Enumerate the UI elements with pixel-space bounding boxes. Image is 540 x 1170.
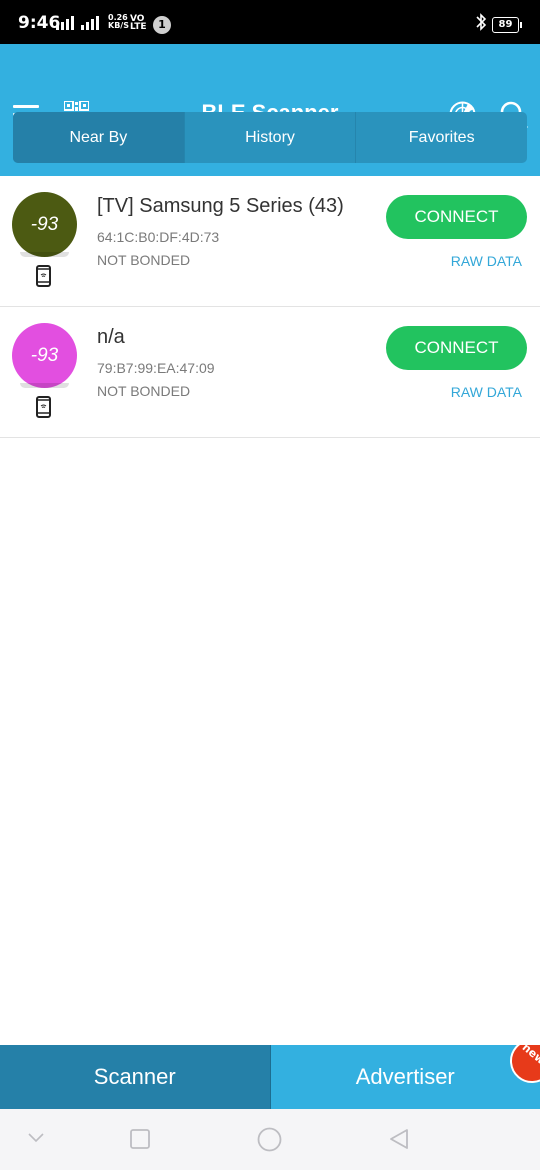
connect-button[interactable]: CONNECT bbox=[386, 195, 527, 239]
home-icon[interactable] bbox=[257, 1127, 282, 1152]
bluetooth-icon bbox=[476, 13, 487, 31]
rssi-badge: -93 bbox=[12, 192, 77, 257]
raw-data-link[interactable]: RAW DATA bbox=[451, 253, 522, 269]
rssi-badge: -93 bbox=[12, 323, 77, 388]
signal-icon bbox=[56, 16, 99, 30]
system-nav-bar bbox=[0, 1109, 540, 1170]
device-name: n/a bbox=[97, 326, 125, 348]
volte-indicator: VO LTE bbox=[130, 15, 147, 32]
phone-icon bbox=[36, 396, 51, 418]
volte-bottom: LTE bbox=[130, 22, 147, 32]
tab-favorites[interactable]: Favorites bbox=[356, 112, 527, 163]
tab-history[interactable]: History bbox=[185, 112, 357, 163]
status-bar: 9:46 0.26 KB/S VO LTE 1 89 bbox=[0, 0, 540, 44]
connect-button[interactable]: CONNECT bbox=[386, 326, 527, 370]
device-mac: 79:B7:99:EA:47:09 bbox=[97, 360, 215, 376]
recent-apps-icon[interactable] bbox=[130, 1129, 150, 1149]
net-speed: 0.26 KB/S bbox=[108, 14, 129, 30]
raw-data-link[interactable]: RAW DATA bbox=[451, 384, 522, 400]
new-badge: new bbox=[501, 1045, 540, 1092]
device-name: [TV] Samsung 5 Series (43) bbox=[97, 195, 344, 217]
device-bond-state: NOT BONDED bbox=[97, 252, 191, 268]
device-mac: 64:1C:B0:DF:4D:73 bbox=[97, 229, 220, 245]
tab-near-by[interactable]: Near By bbox=[13, 112, 185, 163]
advertiser-tab[interactable]: Advertiser new bbox=[270, 1045, 540, 1109]
bottom-tab-bar: Scanner Advertiser new bbox=[0, 1045, 540, 1109]
scanner-tab[interactable]: Scanner bbox=[0, 1045, 271, 1109]
chevron-down-icon[interactable] bbox=[28, 1133, 44, 1143]
device-list-item[interactable]: -93 n/a 79:B7:99:EA:47:09 NOT BONDED CON… bbox=[0, 307, 540, 438]
notification-count: 1 bbox=[153, 16, 171, 34]
status-time: 9:46 bbox=[18, 13, 61, 33]
device-bond-state: NOT BONDED bbox=[97, 383, 191, 399]
tab-bar: Near By History Favorites bbox=[13, 112, 527, 163]
battery-icon: 89 bbox=[492, 17, 522, 33]
back-icon[interactable] bbox=[389, 1128, 409, 1150]
phone-icon bbox=[36, 265, 51, 287]
device-list-item[interactable]: -93 [TV] Samsung 5 Series (43) 64:1C:B0:… bbox=[0, 176, 540, 307]
advertiser-tab-label: Advertiser bbox=[355, 1064, 455, 1089]
net-speed-unit: KB/S bbox=[108, 21, 129, 30]
